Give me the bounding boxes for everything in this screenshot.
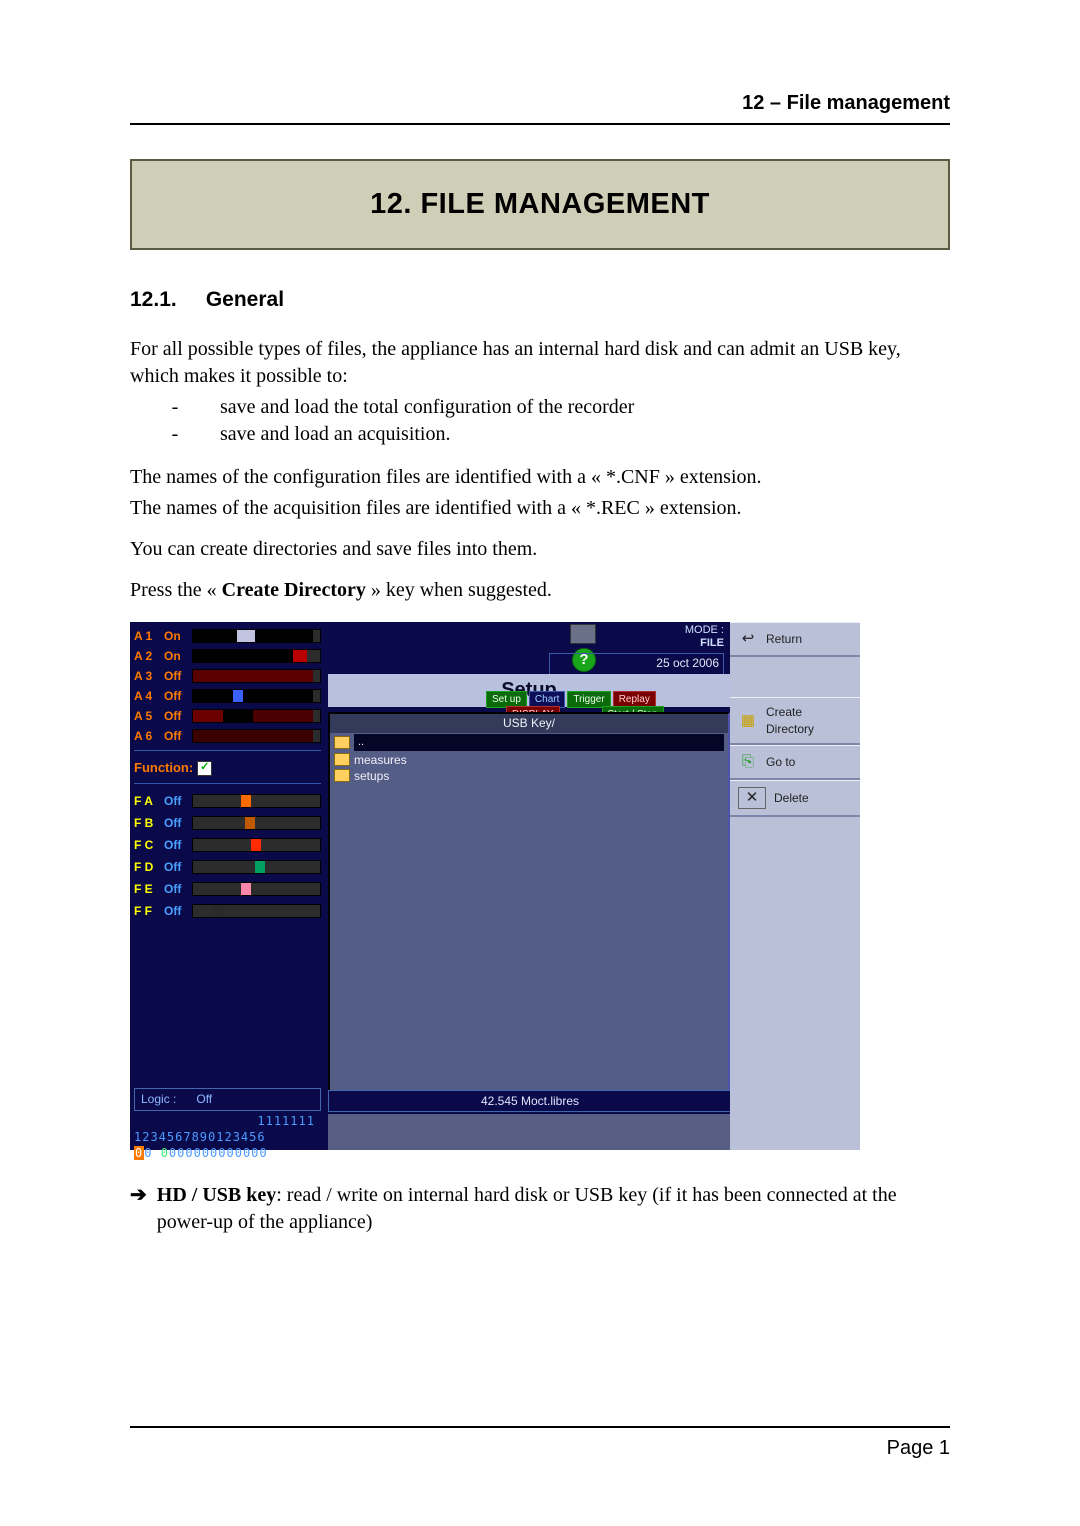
bottom-rule bbox=[130, 1426, 950, 1428]
body-p1: For all possible types of files, the app… bbox=[130, 336, 950, 390]
function-channel-row: F COff bbox=[134, 834, 321, 856]
logic-numbers: 1111111 1234567890123456 00 000000000000… bbox=[134, 1113, 321, 1162]
bullet-2: save and load an acquisition. bbox=[220, 421, 451, 448]
channel-row: A 3Off bbox=[134, 666, 321, 686]
section-heading: 12.1. General bbox=[130, 286, 950, 314]
function-channel-row: F EOff bbox=[134, 878, 321, 900]
folder-icon bbox=[334, 736, 350, 749]
center-panel: ? MODE : FILE 25 oct 2006 13: 43: 06 Set… bbox=[328, 622, 730, 1150]
channel-bar[interactable] bbox=[192, 689, 321, 703]
folder-icon bbox=[334, 769, 350, 782]
goto-icon: ⎘ bbox=[738, 752, 758, 772]
section-number: 12.1. bbox=[130, 286, 200, 314]
below-status bbox=[328, 1114, 730, 1150]
channel-row: A 4Off bbox=[134, 686, 321, 706]
folder-item[interactable]: setups bbox=[330, 768, 728, 784]
path-field[interactable]: .. bbox=[354, 734, 724, 751]
function-bar[interactable] bbox=[192, 838, 321, 852]
channel-row: A 2On bbox=[134, 646, 321, 666]
status-bar: 42.545 Moct.libres bbox=[328, 1090, 732, 1112]
channel-bar[interactable] bbox=[192, 669, 321, 683]
delete-button[interactable]: ✕ Delete bbox=[730, 780, 860, 817]
logic-panel: Logic : Off 1111111 1234567890123456 00 … bbox=[134, 1088, 321, 1146]
file-browser[interactable]: USB Key/ .. measuressetups bbox=[328, 712, 730, 1092]
arrow-icon: ➔ bbox=[130, 1182, 147, 1236]
channel-row: A 5Off bbox=[134, 706, 321, 726]
channel-bar[interactable] bbox=[192, 649, 321, 663]
bullet-1: save and load the total configuration of… bbox=[220, 394, 634, 421]
function-channel-row: F AOff bbox=[134, 790, 321, 812]
create-directory-button[interactable]: ▦ Create Directory bbox=[730, 697, 860, 744]
left-channel-panel: A 1OnA 2OnA 3OffA 4OffA 5OffA 6Off Funct… bbox=[130, 622, 325, 1150]
folder-icon bbox=[334, 753, 350, 766]
function-bar[interactable] bbox=[192, 904, 321, 918]
return-button[interactable]: ↩ Return bbox=[730, 622, 860, 657]
folder-item[interactable]: measures bbox=[330, 752, 728, 768]
function-checkbox[interactable]: ✓ bbox=[197, 761, 212, 776]
body-p2b: The names of the acquisition files are i… bbox=[130, 495, 950, 522]
goto-button[interactable]: ⎘ Go to bbox=[730, 745, 860, 780]
function-bar[interactable] bbox=[192, 882, 321, 896]
function-bar[interactable] bbox=[192, 860, 321, 874]
top-rule bbox=[130, 123, 950, 125]
channel-row: A 1On bbox=[134, 626, 321, 646]
create-directory-icon: ▦ bbox=[738, 711, 758, 731]
body-p2a: The names of the configuration files are… bbox=[130, 464, 950, 491]
body-p4: Press the « Create Directory » key when … bbox=[130, 577, 950, 604]
file-browser-header: USB Key/ bbox=[330, 714, 728, 732]
section-title: General bbox=[206, 288, 284, 311]
function-channel-row: F DOff bbox=[134, 856, 321, 878]
delete-icon: ✕ bbox=[738, 787, 766, 809]
function-bar[interactable] bbox=[192, 816, 321, 830]
body-p3: You can create directories and save file… bbox=[130, 536, 950, 563]
channel-row: A 6Off bbox=[134, 726, 321, 746]
return-icon: ↩ bbox=[738, 629, 758, 649]
running-head: 12 – File management bbox=[130, 90, 950, 123]
function-bar[interactable] bbox=[192, 794, 321, 808]
device-screenshot: A 1OnA 2OnA 3OffA 4OffA 5OffA 6Off Funct… bbox=[130, 622, 860, 1150]
bullet-list: -save and load the total configuration o… bbox=[130, 394, 950, 448]
chapter-title: 12. FILE MANAGEMENT bbox=[130, 159, 950, 250]
page-number: Page 1 bbox=[887, 1435, 950, 1462]
after-paragraph: ➔ HD / USB key: read / write on internal… bbox=[130, 1182, 950, 1236]
right-button-panel: ↩ Return ▦ Create Directory ⎘ Go to ✕ De… bbox=[730, 622, 860, 1150]
channel-bar[interactable] bbox=[192, 629, 321, 643]
function-row: Function: ✓ bbox=[134, 759, 321, 777]
function-channel-row: F BOff bbox=[134, 812, 321, 834]
function-channel-row: F FOff bbox=[134, 900, 321, 922]
channel-bar[interactable] bbox=[192, 709, 321, 723]
channel-bar[interactable] bbox=[192, 729, 321, 743]
